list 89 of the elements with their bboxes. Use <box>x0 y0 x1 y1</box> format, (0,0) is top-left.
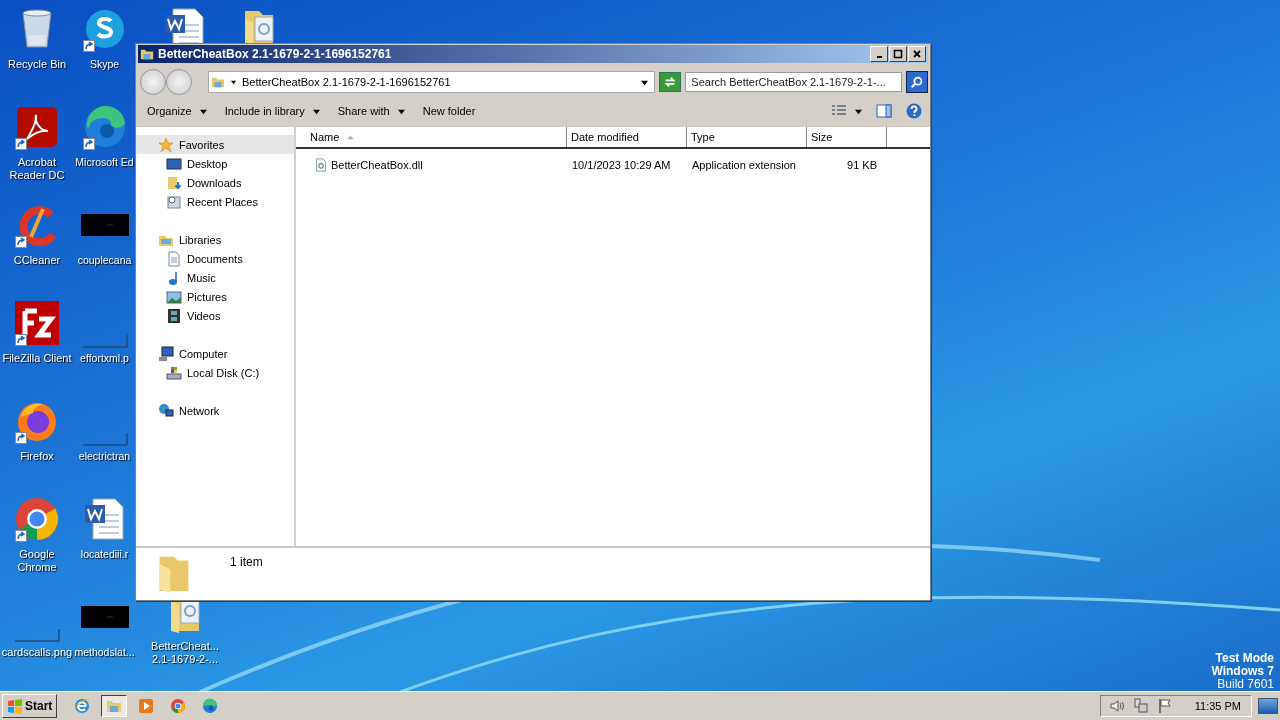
pane-icon <box>876 103 892 119</box>
taskbar-app-button[interactable] <box>101 695 128 717</box>
dll-file-icon <box>314 158 328 172</box>
toolbar-button[interactable]: Organize <box>140 102 214 120</box>
size-cell-text: 91 KB <box>846 159 877 171</box>
os-notice-text: Build 7601 <box>1217 678 1274 692</box>
icon-label[interactable]: Recycle Bin <box>7 58 67 71</box>
refresh-button[interactable] <box>659 72 682 92</box>
close-button[interactable] <box>908 46 926 62</box>
refresh-icon <box>663 75 678 89</box>
clock[interactable]: 11:35 PM <box>1194 700 1241 712</box>
icon-label[interactable]: Microsoft Ed <box>75 156 134 169</box>
monitor-icon <box>166 155 182 172</box>
icon-label[interactable]: Skype <box>89 58 120 71</box>
maximize-button[interactable] <box>889 46 907 62</box>
folder-download-icon <box>166 174 182 191</box>
icon-label[interactable]: couplecana <box>77 254 132 267</box>
document-icon <box>166 250 182 267</box>
os-notice-text: Windows 7 <box>1211 665 1274 679</box>
maximize-icon <box>892 48 904 60</box>
window-title: BetterCheatBox 2.1-1679-2-1-1696152761 <box>158 47 392 61</box>
nav-item[interactable]: Music <box>136 268 294 287</box>
computer-icon <box>158 345 174 362</box>
caret-icon <box>855 107 862 115</box>
windows-logo-icon <box>7 698 23 714</box>
folder-icon <box>140 47 154 61</box>
search-icon <box>910 75 925 89</box>
chrome-icon <box>13 495 61 543</box>
caret-icon <box>230 78 237 86</box>
toolbar-button[interactable]: Include in library <box>217 102 327 120</box>
close-icon <box>911 48 923 60</box>
os-notice-text: Test Mode <box>1215 652 1274 666</box>
file-name[interactable]: BetterCheatBox.dll <box>331 159 423 171</box>
nav-item[interactable]: Favorites <box>136 135 294 154</box>
nav-item[interactable]: Recent Places <box>136 192 294 211</box>
icon-label[interactable]: Google Chrome <box>1 548 73 574</box>
image-thumbnail-icon <box>80 432 129 446</box>
icon-label[interactable]: Firefox <box>20 450 54 463</box>
nav-item[interactable]: Videos <box>136 306 294 325</box>
help-icon <box>906 103 922 119</box>
icon-label[interactable]: CCleaner <box>13 254 61 267</box>
nav-item[interactable]: Libraries <box>136 230 294 249</box>
nav-item[interactable]: Desktop <box>136 154 294 173</box>
image-thumbnail-icon <box>80 334 129 348</box>
recent-places-icon <box>166 193 182 210</box>
hard-disk-icon <box>166 364 182 381</box>
toolbar-button[interactable]: New folder <box>415 102 483 120</box>
media-player-icon <box>138 698 155 714</box>
start-button[interactable]: Start <box>2 694 58 718</box>
film-strip-icon <box>166 307 182 324</box>
minimize-button[interactable] <box>870 46 888 62</box>
browser-e-icon <box>74 698 91 714</box>
nav-item[interactable]: Documents <box>136 249 294 268</box>
image-thumbnail-icon <box>80 606 129 628</box>
nav-item[interactable]: Network <box>136 401 294 420</box>
search-button[interactable] <box>906 71 928 93</box>
address-text: BetterCheatBox 2.1-1679-2-1-1696152761 <box>242 76 452 88</box>
icon-label[interactable]: locatediii.r <box>80 548 129 561</box>
search-field[interactable]: Search BetterCheatBox 2.1-1679-2-1-... <box>685 72 903 92</box>
dropdown-caret-icon <box>641 78 649 86</box>
nav-item[interactable]: Local Disk (C:) <box>136 363 294 382</box>
icon-label[interactable]: effortxml.p <box>80 352 129 365</box>
toolbar-button[interactable]: Share with <box>330 102 412 120</box>
date-cell-text: 10/1/2023 10:29 AM <box>571 159 672 171</box>
address-bar[interactable]: BetterCheatBox 2.1-1679-2-1-1696152761 <box>208 71 656 93</box>
network-icon <box>1132 698 1149 714</box>
icon-label[interactable]: electrictran <box>78 450 131 463</box>
chrome-icon <box>170 698 187 714</box>
nav-item[interactable]: Computer <box>136 344 294 363</box>
nav-item[interactable]: Pictures <box>136 287 294 306</box>
image-thumbnail-icon <box>80 214 129 236</box>
icon-label[interactable]: cardscalls.png <box>1 646 73 659</box>
minimize-icon <box>876 56 882 58</box>
type-cell-text: Application extension <box>691 159 797 171</box>
edge-icon <box>202 698 219 714</box>
flag-icon <box>1156 698 1173 714</box>
pictures-icon <box>166 288 182 305</box>
star-icon <box>158 136 174 153</box>
speaker-icon <box>1108 698 1125 714</box>
item-count: 1 item <box>230 555 263 569</box>
show-desktop-button[interactable] <box>1258 698 1278 714</box>
filezilla-icon <box>13 299 61 347</box>
icon-label[interactable]: methodslat... <box>74 646 135 659</box>
folder-icon <box>106 698 123 714</box>
image-thumbnail-icon <box>13 628 61 642</box>
nav-item[interactable]: Downloads <box>136 173 294 192</box>
icon-label[interactable]: FileZilla Client <box>2 352 72 365</box>
icon-label[interactable]: Acrobat Reader DC <box>1 156 73 182</box>
network-globe-icon <box>158 402 174 419</box>
